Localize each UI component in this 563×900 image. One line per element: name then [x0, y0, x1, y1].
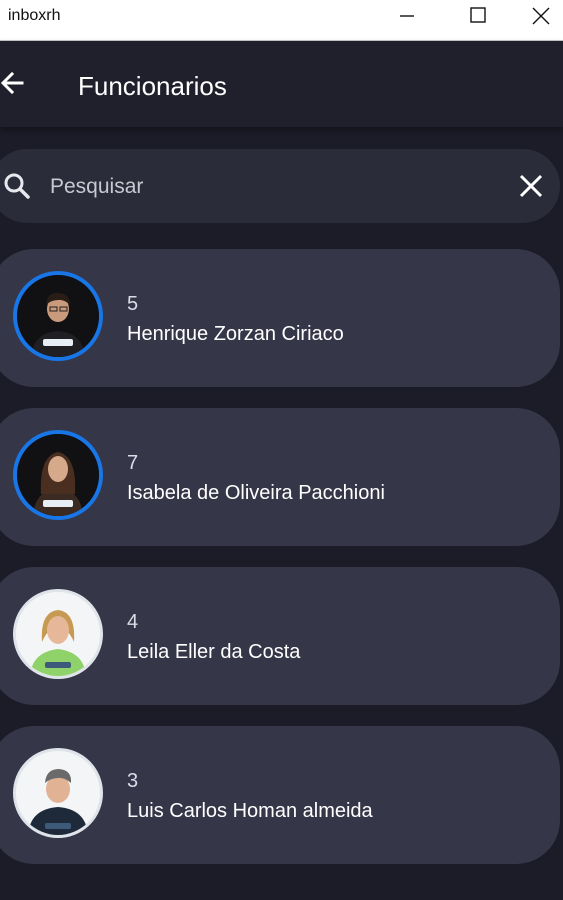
avatar: [13, 748, 103, 838]
app-bar: Funcionarios: [0, 41, 563, 127]
window-titlebar: inboxrh: [0, 0, 563, 41]
employee-card[interactable]: 7 Isabela de Oliveira Pacchioni: [0, 408, 560, 546]
maximize-button[interactable]: [455, 0, 501, 32]
arrow-left-icon: [0, 71, 24, 95]
employee-card[interactable]: 4 Leila Eller da Costa: [0, 567, 560, 705]
employee-id: 3: [127, 770, 139, 792]
employee-id: 5: [127, 293, 139, 315]
clear-search-button[interactable]: [518, 173, 544, 199]
employee-card[interactable]: 5 Henrique Zorzan Ciriaco: [0, 249, 560, 387]
avatar: [13, 271, 103, 361]
window-title: inboxrh: [8, 7, 61, 24]
avatar: [13, 430, 103, 520]
employee-name: Luis Carlos Homan almeida: [127, 800, 373, 822]
avatar: [13, 589, 103, 679]
employee-card[interactable]: 3 Luis Carlos Homan almeida: [0, 726, 560, 864]
page-title: Funcionarios: [78, 71, 227, 101]
window-close-button[interactable]: [517, 0, 563, 32]
employee-name: Henrique Zorzan Ciriaco: [127, 323, 344, 345]
search-icon: [4, 173, 30, 199]
maximize-icon: [470, 7, 486, 23]
employee-id: 7: [127, 452, 139, 474]
search-input[interactable]: [48, 167, 492, 207]
back-button[interactable]: [0, 69, 26, 97]
minimize-icon: [400, 15, 414, 17]
search-bar: [0, 149, 560, 223]
employee-id: 4: [127, 611, 139, 633]
employee-name: Isabela de Oliveira Pacchioni: [127, 482, 385, 504]
close-icon: [532, 7, 550, 25]
minimize-button[interactable]: [384, 0, 430, 32]
employee-name: Leila Eller da Costa: [127, 641, 301, 663]
